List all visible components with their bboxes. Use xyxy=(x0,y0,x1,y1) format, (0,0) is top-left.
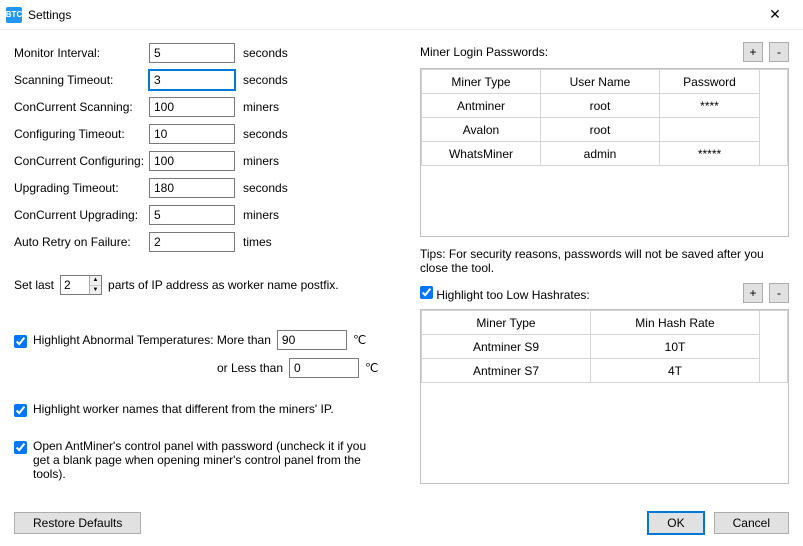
concurrent-scanning-input[interactable] xyxy=(149,97,235,117)
temp-or-label: or Less than xyxy=(14,361,283,375)
cell-type: Antminer S9 xyxy=(421,335,590,359)
highlight-hashrate-label: Highlight too Low Hashrates: xyxy=(436,288,589,302)
remove-login-button[interactable]: - xyxy=(769,42,789,62)
setlast-pre-label: Set last xyxy=(14,278,54,292)
concurrent-upgrading-label: ConCurrent Upgrading: xyxy=(14,208,149,222)
cell-user: root xyxy=(540,118,659,142)
temp-high-input[interactable] xyxy=(277,330,347,350)
table-row[interactable]: Antminer root **** xyxy=(421,94,787,118)
cell-rate: 10T xyxy=(590,335,759,359)
col-miner-type: Miner Type xyxy=(421,70,540,94)
highlight-temp-label: Highlight Abnormal Temperatures: More th… xyxy=(33,333,271,347)
upgrading-timeout-unit: seconds xyxy=(243,181,288,195)
controlpanel-pw-label: Open AntMiner's control panel with passw… xyxy=(33,439,383,481)
col-miner-type: Miner Type xyxy=(421,311,590,335)
upgrading-timeout-label: Upgrading Timeout: xyxy=(14,181,149,195)
chevron-down-icon[interactable]: ▼ xyxy=(90,286,101,295)
password-tip: Tips: For security reasons, passwords wi… xyxy=(420,247,789,275)
monitor-interval-label: Monitor Interval: xyxy=(14,46,149,60)
app-icon: BTC xyxy=(6,7,22,23)
concurrent-configuring-input[interactable] xyxy=(149,151,235,171)
temp-low-input[interactable] xyxy=(289,358,359,378)
monitor-interval-unit: seconds xyxy=(243,46,288,60)
hashrate-table[interactable]: Miner Type Min Hash Rate Antminer S9 10T… xyxy=(420,309,789,484)
setlast-spinner[interactable]: ▲ ▼ xyxy=(60,275,102,295)
setlast-input[interactable] xyxy=(61,276,89,294)
concurrent-upgrading-unit: miners xyxy=(243,208,279,222)
cell-type: Avalon xyxy=(421,118,540,142)
deg-unit-low: ℃ xyxy=(365,361,378,375)
cell-type: Antminer xyxy=(421,94,540,118)
cell-pw: **** xyxy=(660,94,760,118)
login-passwords-header: Miner Login Passwords: xyxy=(420,45,548,59)
configuring-timeout-label: Configuring Timeout: xyxy=(14,127,149,141)
close-icon[interactable]: ✕ xyxy=(755,6,795,23)
titlebar: BTC Settings ✕ xyxy=(0,0,803,30)
highlight-temp-checkbox[interactable] xyxy=(14,335,27,348)
ok-button[interactable]: OK xyxy=(648,512,703,534)
table-row[interactable]: Antminer S9 10T xyxy=(421,335,787,359)
col-password: Password xyxy=(660,70,760,94)
deg-unit-high: ℃ xyxy=(353,333,366,347)
auto-retry-input[interactable] xyxy=(149,232,235,252)
scanning-timeout-label: Scanning Timeout: xyxy=(14,73,149,87)
setlast-post-label: parts of IP address as worker name postf… xyxy=(108,278,339,292)
cell-pw xyxy=(660,118,760,142)
controlpanel-pw-checkbox[interactable] xyxy=(14,441,27,454)
concurrent-configuring-label: ConCurrent Configuring: xyxy=(14,154,149,168)
table-row[interactable]: Antminer S7 4T xyxy=(421,359,787,383)
table-scroll-gutter xyxy=(760,311,788,383)
concurrent-scanning-label: ConCurrent Scanning: xyxy=(14,100,149,114)
auto-retry-label: Auto Retry on Failure: xyxy=(14,235,149,249)
cell-pw: ***** xyxy=(660,142,760,166)
cancel-button[interactable]: Cancel xyxy=(714,512,789,534)
cell-user: root xyxy=(540,94,659,118)
highlight-worker-checkbox[interactable] xyxy=(14,404,27,417)
cell-user: admin xyxy=(540,142,659,166)
chevron-up-icon[interactable]: ▲ xyxy=(90,276,101,286)
login-table[interactable]: Miner Type User Name Password Antminer r… xyxy=(420,68,789,237)
concurrent-scanning-unit: miners xyxy=(243,100,279,114)
window-title: Settings xyxy=(28,8,755,22)
cell-type: Antminer S7 xyxy=(421,359,590,383)
add-login-button[interactable]: + xyxy=(743,42,763,62)
concurrent-configuring-unit: miners xyxy=(243,154,279,168)
configuring-timeout-input[interactable] xyxy=(149,124,235,144)
remove-hashrate-button[interactable]: - xyxy=(769,283,789,303)
concurrent-upgrading-input[interactable] xyxy=(149,205,235,225)
add-hashrate-button[interactable]: + xyxy=(743,283,763,303)
upgrading-timeout-input[interactable] xyxy=(149,178,235,198)
table-row[interactable]: WhatsMiner admin ***** xyxy=(421,142,787,166)
col-min-hash: Min Hash Rate xyxy=(590,311,759,335)
auto-retry-unit: times xyxy=(243,235,272,249)
cell-type: WhatsMiner xyxy=(421,142,540,166)
highlight-worker-label: Highlight worker names that different fr… xyxy=(33,402,334,416)
table-scroll-gutter xyxy=(760,70,788,166)
configuring-timeout-unit: seconds xyxy=(243,127,288,141)
table-row[interactable]: Avalon root xyxy=(421,118,787,142)
restore-defaults-button[interactable]: Restore Defaults xyxy=(14,512,141,534)
monitor-interval-input[interactable] xyxy=(149,43,235,63)
col-user-name: User Name xyxy=(540,70,659,94)
cell-rate: 4T xyxy=(590,359,759,383)
scanning-timeout-input[interactable] xyxy=(149,70,235,90)
highlight-hashrate-checkbox[interactable] xyxy=(420,286,433,299)
scanning-timeout-unit: seconds xyxy=(243,73,288,87)
